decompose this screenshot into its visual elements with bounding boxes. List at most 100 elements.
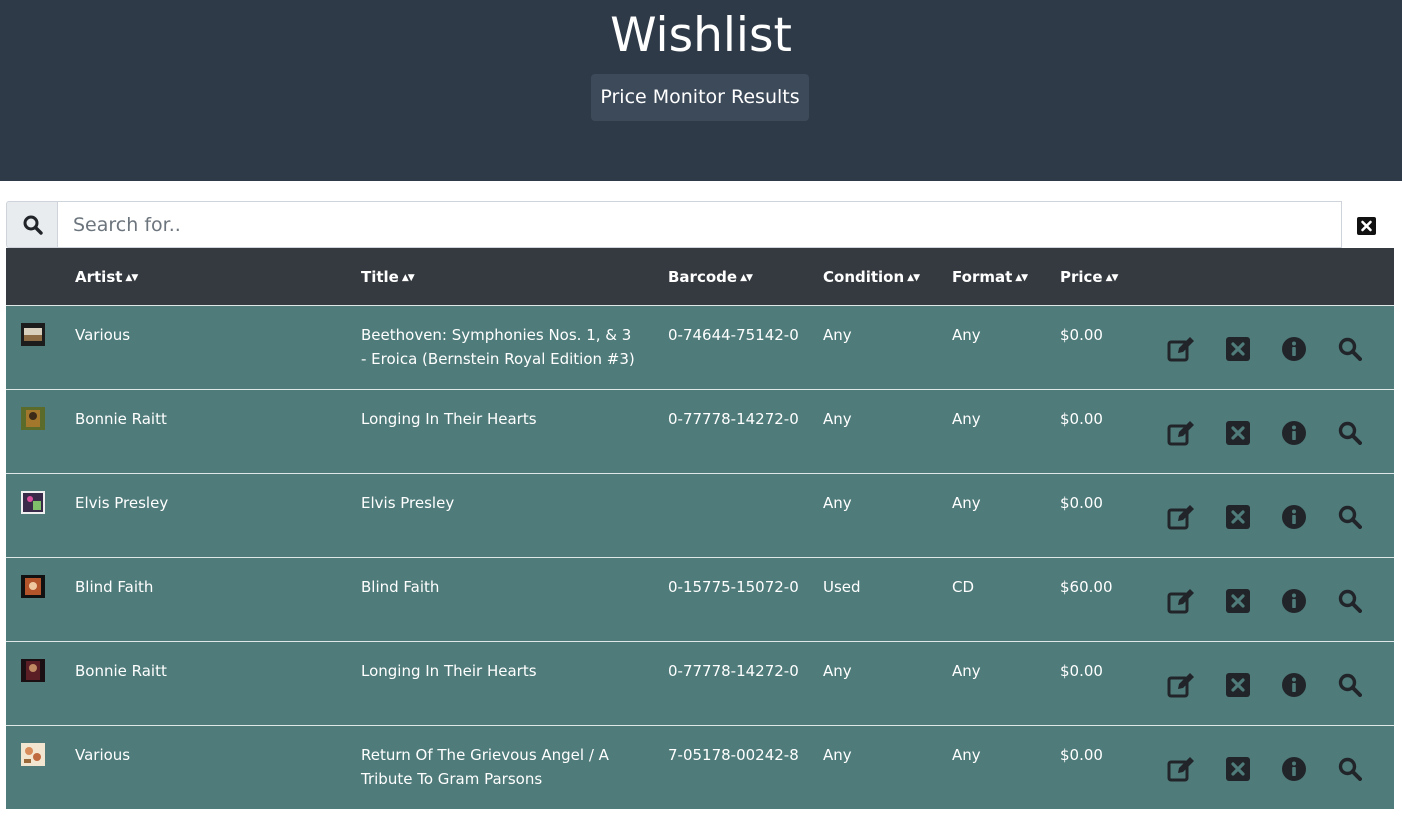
artist-cell: Blind Faith [75, 578, 154, 596]
barcode-cell: 0-15775-15072-0 [668, 578, 799, 596]
search-icon[interactable] [1336, 420, 1364, 446]
table-row: Various Beethoven: Symphonies Nos. 1, & 3… [6, 305, 1394, 389]
sort-icon: ▲▼ [740, 273, 753, 283]
page-title: Wishlist [610, 8, 792, 63]
artist-cell: Elvis Presley [75, 494, 169, 512]
clear-icon [1356, 217, 1376, 235]
table-row: Bonnie Raitt Longing In Their Hearts 0-777… [6, 641, 1394, 725]
search-icon[interactable] [1336, 336, 1364, 362]
format-cell: Any [952, 494, 981, 512]
delete-icon[interactable] [1224, 756, 1252, 782]
title-cell: Beethoven: Symphonies Nos. 1, & 3 - Eroi… [361, 326, 635, 368]
price-cell: $0.00 [1060, 410, 1103, 428]
delete-icon[interactable] [1224, 336, 1252, 362]
edit-icon[interactable] [1167, 588, 1195, 614]
delete-icon[interactable] [1224, 420, 1252, 446]
artist-cell: Various [75, 746, 131, 764]
table-body: Various Beethoven: Symphonies Nos. 1, & 3… [6, 305, 1394, 809]
search-input[interactable] [57, 201, 1342, 248]
column-header-format[interactable]: Format ▲▼ [952, 248, 1028, 305]
search-icon[interactable] [1336, 756, 1364, 782]
barcode-cell: 0-77778-14272-0 [668, 410, 799, 428]
table-row: Elvis Presley Elvis Presley Any Any $0.00 [6, 473, 1394, 557]
info-icon[interactable] [1280, 336, 1308, 362]
column-header-artist[interactable]: Artist ▲▼ [75, 248, 138, 305]
delete-icon[interactable] [1224, 672, 1252, 698]
sort-icon: ▲▼ [1105, 273, 1119, 283]
edit-icon[interactable] [1167, 336, 1195, 362]
format-cell: Any [952, 410, 981, 428]
info-icon[interactable] [1280, 504, 1308, 530]
title-cell: Elvis Presley [361, 494, 455, 512]
price-cell: $0.00 [1060, 494, 1103, 512]
edit-icon[interactable] [1167, 756, 1195, 782]
column-header-price[interactable]: Price ▲▼ [1060, 248, 1119, 305]
column-label: Title [361, 268, 399, 286]
condition-cell: Any [823, 662, 852, 680]
sort-icon: ▲▼ [1015, 273, 1028, 283]
search-icon[interactable] [1336, 504, 1364, 530]
condition-cell: Any [823, 494, 852, 512]
table-row: Blind Faith Blind Faith 0-15775-15072-0 Use… [6, 557, 1394, 641]
search-icon [6, 201, 58, 248]
album-thumbnail [21, 323, 45, 346]
table-row: Various Return Of The Grievous Angel / A … [6, 725, 1394, 809]
column-label: Price [1060, 268, 1103, 286]
sort-icon: ▲▼ [401, 273, 415, 283]
clear-search-button[interactable] [1356, 216, 1376, 236]
column-header-condition[interactable]: Condition ▲▼ [823, 248, 920, 305]
price-cell: $60.00 [1060, 578, 1113, 596]
sort-icon: ▲▼ [907, 273, 920, 283]
info-icon[interactable] [1280, 588, 1308, 614]
delete-icon[interactable] [1224, 588, 1252, 614]
barcode-cell: 0-74644-75142-0 [668, 326, 799, 344]
price-cell: $0.00 [1060, 326, 1103, 344]
title-cell: Longing In Their Hearts [361, 662, 537, 680]
edit-icon[interactable] [1167, 672, 1195, 698]
info-icon[interactable] [1280, 672, 1308, 698]
table-header: Artist ▲▼ Title ▲▼ Barcode ▲▼ Condition ▲▼ F… [6, 248, 1394, 305]
sort-icon: ▲▼ [125, 273, 138, 283]
edit-icon[interactable] [1167, 504, 1195, 530]
title-cell: Return Of The Grievous Angel / A Tribute… [361, 746, 609, 788]
artist-cell: Bonnie Raitt [75, 662, 167, 680]
column-header-barcode[interactable]: Barcode ▲▼ [668, 248, 753, 305]
format-cell: Any [952, 326, 981, 344]
search-icon[interactable] [1336, 588, 1364, 614]
info-icon[interactable] [1280, 420, 1308, 446]
condition-cell: Any [823, 326, 852, 344]
search-bar [6, 201, 1394, 248]
barcode-cell: 7-05178-00242-8 [668, 746, 799, 764]
format-cell: Any [952, 662, 981, 680]
wishlist-table: Artist ▲▼ Title ▲▼ Barcode ▲▼ Condition ▲▼ F… [6, 248, 1394, 809]
artist-cell: Bonnie Raitt [75, 410, 167, 428]
album-thumbnail [21, 659, 45, 682]
title-cell: Blind Faith [361, 578, 440, 596]
condition-cell: Any [823, 410, 852, 428]
info-icon[interactable] [1280, 756, 1308, 782]
search-icon[interactable] [1336, 672, 1364, 698]
barcode-cell: 0-77778-14272-0 [668, 662, 799, 680]
album-thumbnail [21, 743, 45, 766]
album-thumbnail [21, 407, 45, 430]
delete-icon[interactable] [1224, 504, 1252, 530]
column-label: Condition [823, 268, 905, 286]
condition-cell: Used [823, 578, 861, 596]
price-cell: $0.00 [1060, 746, 1103, 764]
price-monitor-results-button[interactable]: Price Monitor Results [591, 74, 809, 121]
column-label: Format [952, 268, 1013, 286]
format-cell: CD [952, 578, 975, 596]
artist-cell: Various [75, 326, 131, 344]
column-label: Artist [75, 268, 123, 286]
condition-cell: Any [823, 746, 852, 764]
album-thumbnail [21, 575, 45, 598]
title-cell: Longing In Their Hearts [361, 410, 537, 428]
page-header: Wishlist Price Monitor Results [0, 0, 1402, 181]
table-row: Bonnie Raitt Longing In Their Hearts 0-777… [6, 389, 1394, 473]
column-label: Barcode [668, 268, 738, 286]
column-header-title[interactable]: Title ▲▼ [361, 248, 415, 305]
edit-icon[interactable] [1167, 420, 1195, 446]
price-cell: $0.00 [1060, 662, 1103, 680]
album-thumbnail [21, 491, 45, 514]
format-cell: Any [952, 746, 981, 764]
